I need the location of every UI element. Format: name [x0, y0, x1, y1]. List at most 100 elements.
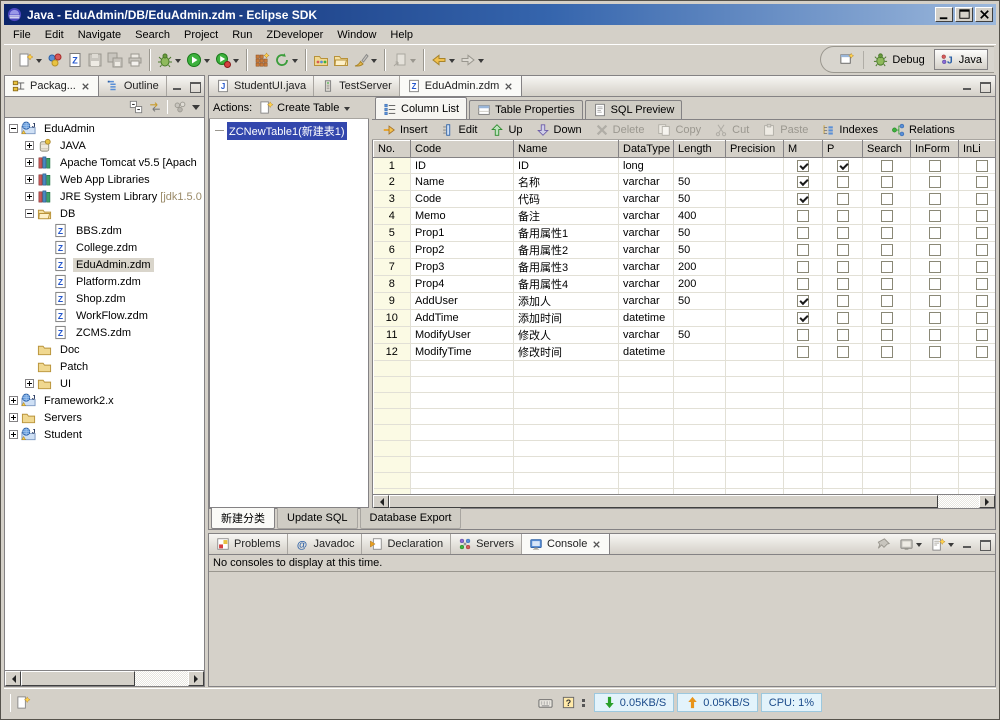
tab-servers[interactable]: Servers	[451, 534, 522, 554]
cell-prec[interactable]	[726, 310, 784, 327]
cell-len[interactable]: 50	[674, 242, 726, 259]
tab-table-properties[interactable]: Table Properties	[469, 100, 583, 119]
insert-button[interactable]: Insert	[377, 122, 433, 138]
cell-prec[interactable]	[726, 259, 784, 276]
forward-button[interactable]	[458, 50, 487, 70]
checkbox-m-unchecked[interactable]	[797, 329, 809, 341]
tree-item-web-app-libraries[interactable]: Web App Libraries	[5, 171, 204, 188]
explorer-h-scrollbar[interactable]	[5, 670, 204, 686]
cell-prec[interactable]	[726, 344, 784, 361]
scrollbar-track[interactable]	[389, 495, 979, 508]
column-header-datatype[interactable]: DataType	[619, 141, 674, 158]
maximize-view-button[interactable]	[978, 81, 991, 92]
cell-no[interactable]: 2	[374, 174, 411, 191]
checkbox-inform-unchecked[interactable]	[929, 244, 941, 256]
cell-code[interactable]: Memo	[411, 208, 514, 225]
cell-type[interactable]: long	[619, 158, 674, 174]
checkbox-search-unchecked[interactable]	[881, 312, 893, 324]
cell-len[interactable]: 400	[674, 208, 726, 225]
refresh-button[interactable]	[272, 50, 301, 70]
cell-code[interactable]: ID	[411, 158, 514, 174]
cell-name[interactable]: ID	[514, 158, 619, 174]
cell-type[interactable]: varchar	[619, 174, 674, 191]
cell-code[interactable]: AddTime	[411, 310, 514, 327]
debug-bug-button[interactable]	[155, 50, 184, 70]
tab-problems[interactable]: Problems	[209, 534, 288, 554]
checkbox-p-unchecked[interactable]	[837, 261, 849, 273]
column-header-length[interactable]: Length	[674, 141, 726, 158]
checkbox-search-unchecked[interactable]	[881, 210, 893, 222]
cell-len[interactable]	[674, 344, 726, 361]
menu-file[interactable]: File	[6, 27, 38, 43]
cell-code[interactable]: ModifyUser	[411, 327, 514, 344]
scroll-left-icon[interactable]	[5, 671, 21, 686]
cell-len[interactable]: 50	[674, 174, 726, 191]
tree-item-doc[interactable]: Doc	[5, 341, 204, 358]
checkbox-inform-unchecked[interactable]	[929, 227, 941, 239]
checkbox-inform-unchecked[interactable]	[929, 295, 941, 307]
table-row[interactable]: 2Name名称varchar50	[374, 174, 996, 191]
table-row[interactable]: 3Code代码varchar50	[374, 191, 996, 208]
table-row[interactable]: 7Prop3备用属性3varchar200	[374, 259, 996, 276]
minimize-view-button[interactable]	[961, 81, 974, 92]
dropdown-arrow-icon[interactable]	[204, 59, 210, 66]
table-row[interactable]: 9AddUser添加人varchar50	[374, 293, 996, 310]
expand-icon[interactable]	[9, 413, 18, 422]
help-icon[interactable]: ?	[561, 695, 576, 710]
checkbox-inli-unchecked[interactable]	[976, 261, 988, 273]
menu-navigate[interactable]: Navigate	[71, 27, 128, 43]
grid-table-button[interactable]	[252, 50, 272, 70]
tab-outline[interactable]: Outline	[99, 76, 167, 96]
cell-code[interactable]: Prop4	[411, 276, 514, 293]
cell-no[interactable]: 6	[374, 242, 411, 259]
table-row[interactable]: 10AddTime添加时间datetime	[374, 310, 996, 327]
checkbox-inli-unchecked[interactable]	[976, 227, 988, 239]
minimize-view-button[interactable]	[171, 81, 184, 92]
cell-code[interactable]: Name	[411, 174, 514, 191]
table-row[interactable]: 5Prop1备用属性1varchar50	[374, 225, 996, 242]
checkbox-p-unchecked[interactable]	[837, 244, 849, 256]
checkbox-p-checked[interactable]	[837, 160, 849, 172]
up-button[interactable]: Up	[485, 122, 527, 138]
cell-no[interactable]: 5	[374, 225, 411, 242]
checkbox-m-unchecked[interactable]	[797, 244, 809, 256]
checkbox-m-checked[interactable]	[797, 176, 809, 188]
cell-len[interactable]: 200	[674, 259, 726, 276]
checkbox-inform-unchecked[interactable]	[929, 210, 941, 222]
checkbox-m-checked[interactable]	[797, 160, 809, 172]
cell-name[interactable]: 备用属性4	[514, 276, 619, 293]
close-button[interactable]	[975, 7, 993, 22]
cell-no[interactable]: 11	[374, 327, 411, 344]
cell-code[interactable]: AddUser	[411, 293, 514, 310]
dropdown-arrow-icon[interactable]	[344, 107, 350, 114]
maximize-button[interactable]	[955, 7, 973, 22]
edit-button[interactable]: Edit	[436, 122, 483, 138]
cell-name[interactable]: 添加时间	[514, 310, 619, 327]
cell-len[interactable]	[674, 310, 726, 327]
close-icon[interactable]	[80, 81, 91, 92]
indexes-button[interactable]: Indexes	[816, 122, 883, 138]
column-header-code[interactable]: Code	[411, 141, 514, 158]
cell-prec[interactable]	[726, 158, 784, 174]
cell-prec[interactable]	[726, 276, 784, 293]
column-header-name[interactable]: Name	[514, 141, 619, 158]
menu-search[interactable]: Search	[128, 27, 177, 43]
dropdown-arrow-icon[interactable]	[371, 59, 377, 66]
tree-item-ui[interactable]: UI	[5, 375, 204, 392]
tree-item-shop-zdm[interactable]: ZShop.zdm	[5, 290, 204, 307]
column-header-p[interactable]: P	[823, 141, 863, 158]
collapse-icon[interactable]	[25, 209, 34, 218]
expand-icon[interactable]	[25, 192, 34, 201]
tree-item-jre-system-library[interactable]: JRE System Library [jdk1.5.0	[5, 188, 204, 205]
checkbox-inform-unchecked[interactable]	[929, 176, 941, 188]
table-row[interactable]: 1IDIDlong	[374, 158, 996, 174]
dropdown-arrow-icon[interactable]	[233, 59, 239, 66]
checkbox-inform-unchecked[interactable]	[929, 261, 941, 273]
cell-name[interactable]: 备用属性3	[514, 259, 619, 276]
dropdown-arrow-icon[interactable]	[292, 59, 298, 66]
cell-no[interactable]: 10	[374, 310, 411, 327]
create-table-button[interactable]: Create Table	[256, 98, 354, 117]
back-button[interactable]	[429, 50, 458, 70]
dropdown-arrow-icon[interactable]	[478, 59, 484, 66]
cell-type[interactable]: varchar	[619, 191, 674, 208]
